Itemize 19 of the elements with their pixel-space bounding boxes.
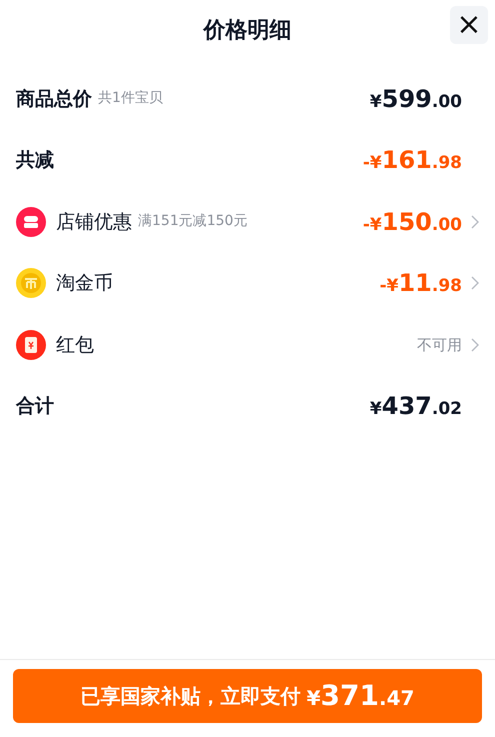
row-label: 共减 xyxy=(16,148,54,173)
envelope-icon xyxy=(16,330,46,360)
row-note: 共1件宝贝 xyxy=(98,89,163,108)
shop-icon xyxy=(16,206,46,237)
price-text: -¥11.98 xyxy=(380,268,462,300)
close-button[interactable]: × xyxy=(450,6,488,44)
row-label: 店铺优惠 xyxy=(56,210,132,234)
row-note: 满151元减150元 xyxy=(138,212,248,232)
price-text: -¥161.98 xyxy=(362,145,462,176)
price-text: ¥437.02 xyxy=(370,391,462,422)
price-text: -¥150.00 xyxy=(362,206,462,238)
status-text: 不可用 xyxy=(417,334,462,356)
price-text: ¥599.00 xyxy=(370,84,462,115)
row-label: 商品总价 xyxy=(16,86,92,112)
sheet-title: 价格明细 xyxy=(204,16,292,44)
row-label: 合计 xyxy=(16,394,54,419)
coin-icon xyxy=(16,268,46,298)
row-label: 淘金币 xyxy=(56,271,113,296)
row-label: 红包 xyxy=(56,332,94,358)
